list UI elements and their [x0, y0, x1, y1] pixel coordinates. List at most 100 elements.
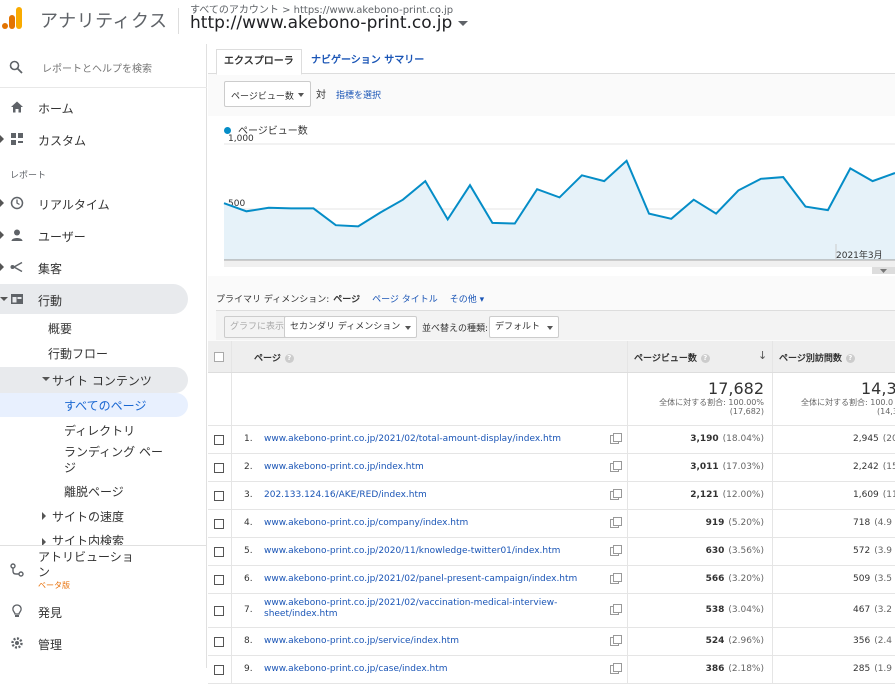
- open-external-icon[interactable]: [610, 637, 619, 646]
- header-pageviews-cell[interactable]: ページビュー数?↓: [628, 341, 773, 372]
- analytics-logo-icon[interactable]: [2, 6, 24, 30]
- table-row[interactable]: 6.www.akebono-print.co.jp/2021/02/panel-…: [208, 566, 895, 594]
- help-icon[interactable]: ?: [846, 354, 855, 363]
- line-chart[interactable]: ページビュー数 1,0005002021年3月: [208, 116, 895, 276]
- page-link[interactable]: www.akebono-print.co.jp/2021/02/total-am…: [264, 434, 561, 444]
- sidebar-item-exit-pages[interactable]: 離脱ページ: [0, 479, 188, 503]
- help-icon[interactable]: ?: [285, 354, 294, 363]
- metric-dropdown[interactable]: ページビュー数: [224, 81, 311, 107]
- table-row[interactable]: 3.202.133.124.16/AKE/RED/index.htm2,121(…: [208, 482, 895, 510]
- secondary-dimension-dropdown[interactable]: セカンダリ ディメンション: [284, 316, 417, 338]
- page-link[interactable]: www.akebono-print.co.jp/2021/02/vaccinat…: [264, 598, 609, 620]
- sidebar-item-site-content[interactable]: サイト コンテンツ: [0, 367, 188, 393]
- row-checkbox[interactable]: [214, 575, 224, 585]
- sidebar-item-acquisition[interactable]: 集客: [0, 252, 188, 282]
- sidebar-item-custom[interactable]: カスタム: [0, 124, 188, 154]
- sidebar-item-label: リアルタイム: [38, 196, 110, 213]
- account-selector[interactable]: http://www.akebono-print.co.jp: [190, 13, 468, 33]
- open-external-icon[interactable]: [610, 665, 619, 674]
- sidebar-item-label: 管理: [38, 636, 62, 653]
- page-link[interactable]: www.akebono-print.co.jp/index.htm: [264, 462, 424, 472]
- tab-explorer[interactable]: エクスプローラ: [216, 49, 302, 75]
- sidebar-item-label: ディレクトリ: [64, 422, 135, 439]
- sidebar-item-label-cont: ン: [38, 563, 50, 580]
- header-unique-pageviews-cell[interactable]: ページ別訪問数?: [773, 341, 895, 372]
- open-external-icon[interactable]: [610, 463, 619, 472]
- open-external-icon[interactable]: [610, 435, 619, 444]
- sidebar-item-landing-pages[interactable]: ランディング ペー ジ: [0, 442, 188, 478]
- sidebar-item-behavior-flow[interactable]: 行動フロー: [0, 340, 188, 366]
- sidebar-item-overview[interactable]: 概要: [0, 314, 188, 340]
- row-checkbox[interactable]: [214, 463, 224, 473]
- pageviews-value: 630: [706, 546, 725, 556]
- page-link[interactable]: www.akebono-print.co.jp/2020/11/knowledg…: [264, 546, 560, 556]
- row-checkbox-cell: [208, 628, 232, 655]
- help-icon[interactable]: ?: [701, 354, 710, 363]
- table-row[interactable]: 1.www.akebono-print.co.jp/2021/02/total-…: [208, 426, 895, 454]
- sidebar-item-attribution[interactable]: アトリビューショ ン: [0, 546, 188, 590]
- open-external-icon[interactable]: [610, 547, 619, 556]
- table-row[interactable]: 2.www.akebono-print.co.jp/index.htm3,011…: [208, 454, 895, 482]
- table-row[interactable]: 7.www.akebono-print.co.jp/2021/02/vaccin…: [208, 594, 895, 628]
- sidebar-item-users[interactable]: ユーザー: [0, 220, 188, 250]
- total-absolute: (14,3: [877, 407, 895, 416]
- open-external-icon[interactable]: [610, 519, 619, 528]
- pageviews-value: 2,121: [690, 490, 718, 500]
- open-external-icon[interactable]: [610, 606, 619, 615]
- open-external-icon[interactable]: [610, 575, 619, 584]
- page-cell: 9.www.akebono-print.co.jp/case/index.htm: [232, 656, 628, 683]
- sidebar-item-realtime[interactable]: リアルタイム: [0, 188, 188, 218]
- open-external-icon[interactable]: [610, 491, 619, 500]
- sidebar-item-admin[interactable]: 管理: [0, 628, 188, 658]
- behavior-icon: [10, 292, 24, 306]
- sidebar-item-discover[interactable]: 発見: [0, 596, 188, 626]
- row-checkbox[interactable]: [214, 547, 224, 557]
- sort-type-dropdown[interactable]: デフォルト: [489, 316, 559, 338]
- sidebar-section-label: レポート: [10, 168, 46, 181]
- search-box[interactable]: レポートとヘルプを検索: [0, 44, 207, 88]
- row-checkbox-cell: [208, 538, 232, 565]
- timeline-scrollbar[interactable]: [224, 261, 895, 267]
- sidebar-item-home[interactable]: ホーム: [0, 92, 188, 122]
- page-link[interactable]: www.akebono-print.co.jp/2021/02/panel-pr…: [264, 574, 577, 584]
- header-page-cell[interactable]: ページ?: [232, 341, 628, 372]
- row-checkbox[interactable]: [214, 665, 224, 675]
- sidebar-item-label: 概要: [48, 320, 72, 337]
- table-row[interactable]: 8.www.akebono-print.co.jp/service/index.…: [208, 628, 895, 656]
- dimension-other-label: その他: [450, 295, 477, 305]
- person-icon: [10, 228, 24, 242]
- plot-rows-button[interactable]: グラフに表示: [224, 316, 290, 338]
- dimension-page[interactable]: ページ: [333, 295, 360, 305]
- table-row[interactable]: 5.www.akebono-print.co.jp/2020/11/knowle…: [208, 538, 895, 566]
- row-checkbox[interactable]: [214, 435, 224, 445]
- page-link[interactable]: 202.133.124.16/AKE/RED/index.htm: [264, 490, 427, 500]
- sidebar-item-label: ユーザー: [38, 228, 86, 245]
- page-link[interactable]: www.akebono-print.co.jp/case/index.htm: [264, 664, 448, 674]
- table-row[interactable]: 4.www.akebono-print.co.jp/company/index.…: [208, 510, 895, 538]
- sort-type-label: 並べ替えの種類:: [422, 321, 488, 334]
- row-checkbox[interactable]: [214, 637, 224, 647]
- row-checkbox[interactable]: [214, 519, 224, 529]
- sidebar-item-site-search[interactable]: サイト内検索: [0, 528, 188, 546]
- chevron-down-icon: [0, 297, 8, 301]
- sidebar-item-behavior[interactable]: 行動: [0, 284, 188, 314]
- sidebar-item-directory[interactable]: ディレクトリ: [0, 418, 188, 442]
- unique-pageviews-value: 285: [853, 664, 870, 674]
- sidebar-item-site-speed[interactable]: サイトの速度: [0, 504, 188, 528]
- x-tick-label: 2021年3月: [836, 249, 883, 261]
- select-all-checkbox[interactable]: [214, 352, 224, 362]
- table-row[interactable]: 9.www.akebono-print.co.jp/case/index.htm…: [208, 656, 895, 684]
- unique-pageviews-percent: (3.5: [874, 574, 892, 584]
- page-link[interactable]: www.akebono-print.co.jp/company/index.ht…: [264, 518, 468, 528]
- select-metric-link[interactable]: 指標を選択: [336, 88, 381, 101]
- row-checkbox[interactable]: [214, 606, 224, 616]
- lightbulb-icon: [10, 604, 24, 618]
- tab-navigation-summary[interactable]: ナビゲーション サマリー: [304, 49, 431, 75]
- row-checkbox[interactable]: [214, 491, 224, 501]
- chevron-down-icon: [42, 377, 50, 381]
- sidebar-item-all-pages[interactable]: すべてのページ: [0, 393, 188, 417]
- unique-pageviews-cell: 2,945(20.4: [773, 426, 895, 453]
- dimension-other[interactable]: その他 ▾: [450, 295, 484, 305]
- page-link[interactable]: www.akebono-print.co.jp/service/index.ht…: [264, 636, 459, 646]
- dimension-page-title[interactable]: ページ タイトル: [372, 295, 438, 305]
